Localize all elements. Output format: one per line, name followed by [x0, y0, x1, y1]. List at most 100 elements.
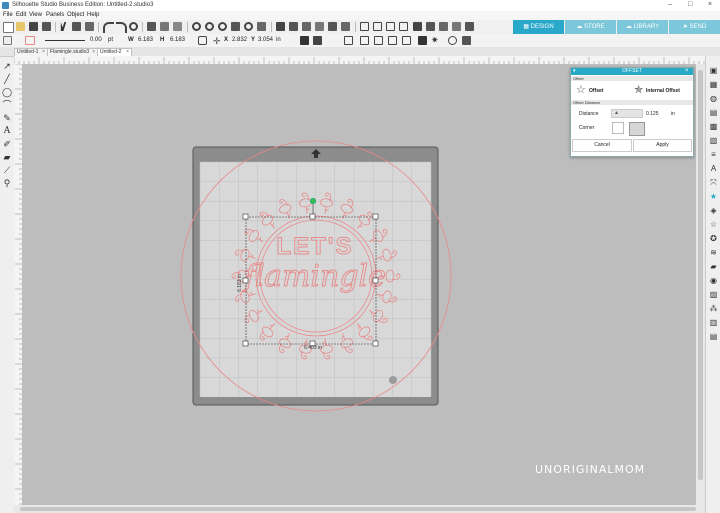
ellipse-tool-icon[interactable]: ◯ [2, 87, 12, 97]
trace-panel-icon[interactable]: ✪ [709, 234, 718, 243]
minimize-button[interactable]: – [668, 1, 672, 8]
menu-file[interactable]: File [3, 12, 13, 18]
align-bottom-icon[interactable] [341, 22, 350, 31]
knife-panel-icon[interactable]: ▰ [709, 262, 718, 271]
point-edit-tool-icon[interactable]: ↗ [2, 61, 12, 71]
offset-panel-icon[interactable]: ★ [709, 192, 718, 201]
y-value[interactable]: 3.054 [258, 37, 273, 43]
select-all-icon[interactable] [147, 22, 156, 31]
divide-icon[interactable] [402, 36, 411, 45]
horizontal-scroll-thumb[interactable] [20, 507, 696, 511]
distribute-icon[interactable] [313, 36, 322, 45]
layers-icon[interactable]: ◉ [709, 276, 718, 285]
corner-sharp-icon[interactable] [612, 122, 624, 134]
cut-icon[interactable] [60, 22, 67, 31]
trace-icon[interactable] [448, 36, 457, 45]
pencil-tool-icon[interactable]: ✎ [2, 113, 12, 123]
align-top-icon[interactable] [315, 22, 324, 31]
tab-library[interactable]: ☁ LIBRARY [617, 20, 668, 34]
line-width-value[interactable]: 0.00 [90, 37, 102, 43]
replicate-panel-icon[interactable]: ◈ [709, 206, 718, 215]
close-tab-icon[interactable]: × [42, 49, 45, 56]
draw-tool-icon[interactable]: ✐ [2, 139, 12, 149]
apply-button[interactable]: Apply [633, 139, 692, 152]
refresh-icon[interactable] [129, 22, 138, 31]
pan-icon[interactable] [231, 22, 240, 31]
modify-icon[interactable] [462, 36, 471, 45]
rhinestone-icon[interactable]: ⁂ [709, 304, 718, 313]
offset-star-icon[interactable]: ☆ [576, 83, 586, 96]
save-icon[interactable] [29, 22, 38, 31]
collapse-panel-icon[interactable]: ▾ [573, 68, 576, 74]
tab-design[interactable]: ▦ DESIGN [513, 20, 564, 34]
align-center-icon[interactable] [289, 22, 298, 31]
replicate-icon[interactable] [465, 22, 474, 31]
weld-icon[interactable] [344, 36, 353, 45]
zoom-selection-icon[interactable] [244, 22, 253, 31]
lock-aspect-icon[interactable] [198, 36, 207, 45]
internal-offset-star-icon[interactable]: ✯ [634, 83, 643, 96]
line-style-icon[interactable] [3, 36, 12, 45]
internal-offset-option[interactable]: Internal Offset [646, 88, 680, 94]
align-left-icon[interactable] [276, 22, 285, 31]
height-value[interactable]: 6.183 [170, 37, 185, 43]
paste-icon[interactable] [85, 22, 94, 31]
eyedropper-tool-icon[interactable]: ⚲ [2, 178, 12, 188]
doc-tab-untitled-1[interactable]: Untitled-1 × [14, 48, 48, 56]
grid-settings-icon[interactable]: ▦ [709, 80, 718, 89]
pattern-icon[interactable]: ▩ [709, 122, 718, 131]
send-backward-icon[interactable] [452, 22, 461, 31]
star-shape-icon[interactable]: ✷ [431, 35, 439, 46]
close-tab-icon[interactable]: × [92, 49, 95, 56]
bring-forward-icon[interactable] [439, 22, 448, 31]
maximize-button[interactable]: □ [688, 1, 692, 8]
undo-icon[interactable] [103, 22, 114, 33]
zoom-in-icon[interactable] [192, 22, 201, 31]
zoom-fit-icon[interactable] [218, 22, 227, 31]
cancel-button[interactable]: Cancel [572, 139, 632, 152]
open-folder-icon[interactable] [16, 22, 25, 31]
menu-panels[interactable]: Panels [46, 12, 64, 18]
copy-icon[interactable] [72, 22, 81, 31]
deselect-icon[interactable] [160, 22, 169, 31]
ungroup-icon[interactable] [373, 22, 382, 31]
nesting-icon[interactable]: ▨ [709, 290, 718, 299]
knife-tool-icon[interactable]: ⟋ [2, 165, 12, 175]
crop-icon[interactable] [388, 36, 397, 45]
transform-icon[interactable]: ⤧ [709, 178, 718, 187]
menu-help[interactable]: Help [87, 12, 99, 18]
offset-option[interactable]: Offset [589, 88, 603, 94]
line-color-icon[interactable]: ▧ [709, 136, 718, 145]
library-panel-icon[interactable]: ▤ [709, 332, 718, 341]
distance-value[interactable]: 0.125 [646, 111, 659, 117]
menu-object[interactable]: Object [67, 12, 84, 18]
release-compound-icon[interactable] [399, 22, 408, 31]
line-tool-icon[interactable]: ╱ [2, 74, 12, 84]
doc-tab-flamingle[interactable]: Flamingle.studio3 × [47, 48, 98, 56]
new-file-icon[interactable] [3, 22, 14, 33]
warp-icon[interactable]: ▥ [709, 318, 718, 327]
send-back-icon[interactable] [426, 22, 435, 31]
x-value[interactable]: 2.832 [232, 37, 247, 43]
close-tab-icon[interactable]: × [126, 49, 129, 56]
width-value[interactable]: 6.183 [138, 37, 153, 43]
polygon-tool-icon[interactable]: ⌒ [2, 100, 12, 110]
slider-thumb-icon[interactable]: ▲ [614, 110, 619, 116]
compound-path-icon[interactable] [386, 22, 395, 31]
group-icon[interactable] [360, 22, 369, 31]
text-style-icon[interactable]: A [709, 164, 718, 173]
fit-page-icon[interactable] [257, 22, 266, 31]
menu-view[interactable]: View [29, 12, 42, 18]
line-style-preview[interactable] [45, 40, 85, 41]
print-icon[interactable] [42, 22, 51, 31]
zoom-out-icon[interactable] [205, 22, 214, 31]
tab-send[interactable]: ➤ SEND [669, 20, 720, 34]
sketch-icon[interactable]: ≋ [709, 248, 718, 257]
horizontal-scrollbar[interactable] [14, 505, 705, 513]
subtract-icon[interactable] [360, 36, 369, 45]
align-middle-icon[interactable] [328, 22, 337, 31]
bring-front-icon[interactable] [413, 22, 422, 31]
tab-store[interactable]: ☁ STORE [565, 20, 616, 34]
close-panel-icon[interactable]: × [685, 68, 689, 74]
align-objects-icon[interactable] [300, 36, 309, 45]
